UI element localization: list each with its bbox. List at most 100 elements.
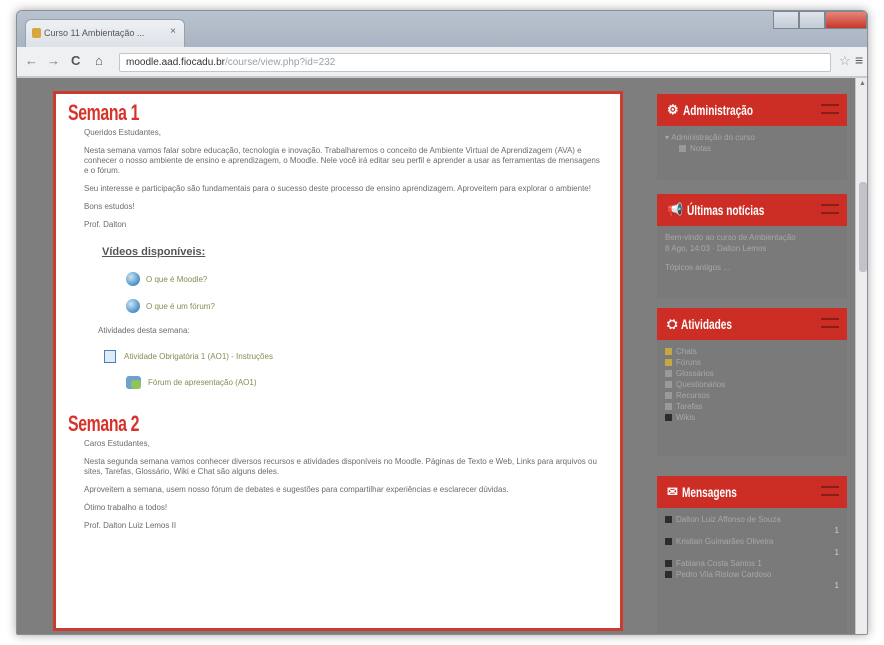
week1-title: Semana 1 xyxy=(68,100,140,125)
close-window-button[interactable] xyxy=(825,11,867,29)
activity-item-chats[interactable]: Chats xyxy=(665,346,839,357)
activity-item-label: Fóruns xyxy=(676,358,701,367)
week1-greeting: Queridos Estudantes, xyxy=(84,128,161,137)
message-contact[interactable]: Kristian Guimarães Oliveira xyxy=(665,536,839,547)
news-block-header[interactable]: 📢 Últimas notícias xyxy=(657,194,847,226)
messages-block: ✉ Mensagens Dalton Luiz Affonso de Souza… xyxy=(657,476,847,634)
activity-item-glossaries[interactable]: Glossários xyxy=(665,368,839,379)
video-link-forum[interactable]: O que é um fórum? xyxy=(126,299,606,313)
scroll-thumb[interactable] xyxy=(859,182,867,272)
admin-item-course[interactable]: ▾ Administração do curso xyxy=(665,132,839,143)
week2-title: Semana 2 xyxy=(68,411,140,436)
assignment-icon xyxy=(665,403,672,410)
avatar xyxy=(665,560,672,567)
message-contact[interactable]: Dalton Luiz Affonso de Souza xyxy=(665,514,839,525)
url-globe-icon xyxy=(126,299,140,313)
avatar xyxy=(665,571,672,578)
week1-signature: Prof. Dalton xyxy=(84,220,127,229)
activities-block: ⛭ Atividades Chats Fóruns Glossários Que… xyxy=(657,308,847,456)
course-content-panel: Semana 1 Queridos Estudantes, Nesta sema… xyxy=(53,91,623,631)
activities-block-title: Atividades xyxy=(681,316,733,332)
activity-item-label: Questionários xyxy=(676,380,726,389)
browser-tab[interactable]: Curso 11 Ambientação ... × xyxy=(25,19,185,47)
admin-item-label: Notas xyxy=(690,144,711,153)
block-collapse-icon[interactable] xyxy=(821,104,839,114)
message-count: 1 xyxy=(834,548,839,557)
week2-paragraph-1: Nesta segunda semana vamos conhecer dive… xyxy=(84,457,597,476)
quiz-icon xyxy=(665,381,672,388)
activity-link-label: Atividade Obrigatória 1 (AO1) - Instruçõ… xyxy=(124,352,273,361)
activities-block-header[interactable]: ⛭ Atividades xyxy=(657,308,847,340)
week1-paragraph-1: Nesta semana vamos falar sobre educação,… xyxy=(84,146,600,175)
forum-icon xyxy=(126,376,141,389)
url-path: /course/view.php?id=232 xyxy=(224,57,336,68)
activity-item-resources[interactable]: Recursos xyxy=(665,390,839,401)
block-collapse-icon[interactable] xyxy=(821,204,839,214)
glossary-icon xyxy=(665,370,672,377)
message-contact[interactable]: Fabiana Costa Santos 1 xyxy=(665,558,839,569)
activity-item-label: Wikis xyxy=(676,413,696,422)
address-bar[interactable]: moodle.aad.fiocadu.br/course/view.php?id… xyxy=(119,53,831,72)
activity-item-assignments[interactable]: Tarefas xyxy=(665,401,839,412)
activity-item-wikis[interactable]: Wikis xyxy=(665,412,839,423)
activity-item-label: Glossários xyxy=(676,369,714,378)
message-count: 1 xyxy=(834,581,839,590)
block-collapse-icon[interactable] xyxy=(821,486,839,496)
browser-menu-icon[interactable]: ≡ xyxy=(855,52,863,68)
minimize-button[interactable] xyxy=(773,11,799,29)
bookmark-star-icon[interactable]: ☆ xyxy=(839,53,851,69)
news-older-topics-link[interactable]: Tópicos antigos ... xyxy=(665,262,839,273)
activity-link-forum[interactable]: Fórum de apresentação (AO1) xyxy=(126,376,606,389)
activity-item-label: Tarefas xyxy=(676,402,703,411)
url-globe-icon xyxy=(126,272,140,286)
browser-toolbar: ← → C ⌂ moodle.aad.fiocadu.br/course/vie… xyxy=(17,47,867,77)
block-collapse-icon[interactable] xyxy=(821,318,839,328)
news-item-meta: 8 Ago, 14:03 · Dalton Lemos xyxy=(665,244,767,253)
admin-item-label: Administração do curso xyxy=(671,133,755,142)
scroll-up-icon[interactable]: ▲ xyxy=(859,80,866,87)
activity-item-label: Recursos xyxy=(676,391,710,400)
message-count: 1 xyxy=(757,559,762,568)
gears-icon: ⚙ xyxy=(667,102,679,117)
news-block-title: Últimas notícias xyxy=(687,202,765,218)
videos-heading: Vídeos disponíveis: xyxy=(102,246,206,258)
maximize-button[interactable] xyxy=(799,11,825,29)
admin-block: ⚙ Administração ▾ Administração do curso… xyxy=(657,94,847,180)
activity-item-forums[interactable]: Fóruns xyxy=(665,357,839,368)
wiki-icon xyxy=(665,414,672,421)
activity-link-label: Fórum de apresentação (AO1) xyxy=(148,378,257,387)
home-icon[interactable]: ⌂ xyxy=(95,53,103,68)
video-link-moodle[interactable]: O que é Moodle? xyxy=(126,272,606,286)
message-contact[interactable]: Pedro Vila Ristow Cardoso xyxy=(665,569,839,580)
contact-name: Dalton Luiz Affonso de Souza xyxy=(676,515,781,524)
admin-block-body: ▾ Administração do curso Notas xyxy=(657,126,847,160)
video-link-label: O que é um fórum? xyxy=(146,301,215,311)
activity-item-quizzes[interactable]: Questionários xyxy=(665,379,839,390)
week2-signature: Prof. Dalton Luiz Lemos II xyxy=(84,521,177,530)
back-icon[interactable]: ← xyxy=(25,53,38,68)
envelope-icon: ✉ xyxy=(667,484,678,499)
moodle-favicon-icon xyxy=(32,28,41,38)
admin-item-grades[interactable]: Notas xyxy=(665,143,839,154)
week2-greeting: Caros Estudantes, xyxy=(84,439,150,448)
resource-icon xyxy=(665,392,672,399)
title-bar: Curso 11 Ambientação ... × xyxy=(17,11,867,47)
forward-icon[interactable]: → xyxy=(47,53,60,68)
video-link-label: O que é Moodle? xyxy=(146,274,208,284)
news-block-body: Bem-vindo ao curso de Ambientação 8 Ago,… xyxy=(657,226,847,279)
admin-block-title: Administração xyxy=(682,102,753,118)
messages-block-title: Mensagens xyxy=(681,484,737,500)
contact-name: Fabiana Costa Santos xyxy=(676,559,756,568)
news-block: 📢 Últimas notícias Bem-vindo ao curso de… xyxy=(657,194,847,298)
news-item-title[interactable]: Bem-vindo ao curso de Ambientação xyxy=(665,232,839,243)
admin-block-header[interactable]: ⚙ Administração xyxy=(657,94,847,126)
tab-close-icon[interactable]: × xyxy=(170,26,176,37)
reload-icon[interactable]: C xyxy=(71,53,80,68)
window-controls xyxy=(773,11,867,29)
activity-link-ao1[interactable]: Atividade Obrigatória 1 (AO1) - Instruçõ… xyxy=(104,350,606,363)
chat-icon xyxy=(665,348,672,355)
avatar xyxy=(665,516,672,523)
vertical-scrollbar[interactable]: ▲ xyxy=(855,78,867,634)
messages-block-header[interactable]: ✉ Mensagens xyxy=(657,476,847,508)
week2-paragraph-2: Aproveitem a semana, usem nosso fórum de… xyxy=(84,485,509,494)
